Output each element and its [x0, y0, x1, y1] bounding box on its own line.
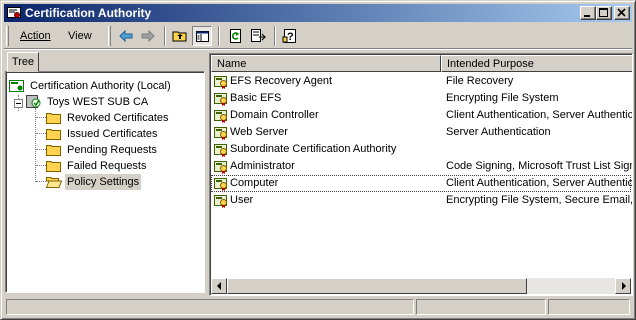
forward-button[interactable] — [138, 26, 158, 46]
tree-tab[interactable]: Tree — [7, 52, 39, 72]
certificate-template-icon — [214, 195, 227, 208]
menu-toolbar: Action View ? — [4, 24, 632, 48]
list-item[interactable]: EFS Recovery Agent File Recovery — [211, 73, 631, 90]
help-button[interactable]: ? — [280, 26, 300, 46]
scroll-right-button[interactable] — [615, 278, 631, 294]
template-name: Web Server — [230, 126, 288, 138]
folder-icon — [46, 129, 61, 140]
template-name: Domain Controller — [230, 109, 319, 121]
export-list-icon — [251, 29, 266, 42]
folder-icon — [46, 113, 61, 124]
scroll-right-arrow-icon — [622, 282, 626, 290]
folder-icon — [46, 145, 61, 156]
minimize-button[interactable] — [580, 6, 596, 20]
list-item[interactable]: Basic EFS Encrypting File System — [211, 90, 631, 107]
toolbar-separator — [218, 26, 220, 46]
export-list-button[interactable] — [248, 26, 268, 46]
toolbar-separator — [274, 26, 276, 46]
template-name: Administrator — [230, 160, 295, 172]
tree-line — [36, 149, 46, 151]
scrollbar-thumb[interactable] — [227, 278, 527, 294]
tree-line — [36, 165, 46, 167]
list-item[interactable]: Domain Controller Client Authentication, … — [211, 107, 633, 124]
up-folder-icon — [172, 31, 187, 42]
close-button[interactable] — [614, 6, 630, 20]
list-item[interactable]: Computer Client Authentication, Server Au… — [211, 175, 633, 192]
template-name: EFS Recovery Agent — [230, 75, 333, 87]
toolbar-grip[interactable] — [108, 26, 111, 46]
template-purpose: Client Authentication, Server Authentic — [446, 177, 633, 189]
show-hide-tree-icon — [196, 31, 209, 42]
status-panel — [6, 299, 414, 315]
template-purpose: Encrypting File System, Secure Email, C — [446, 194, 633, 206]
horizontal-scrollbar[interactable] — [211, 278, 631, 294]
certificate-template-icon — [214, 110, 227, 123]
template-name: Basic EFS — [230, 92, 282, 104]
template-purpose: Client Authentication, Server Authentic — [446, 109, 633, 121]
template-purpose: Code Signing, Microsoft Trust List Signi — [446, 160, 633, 172]
collapse-toggle[interactable] — [14, 99, 23, 108]
certificate-template-list: Name Intended Purpose EFS Recovery Agent… — [209, 53, 633, 296]
back-arrow-icon — [119, 29, 133, 43]
template-purpose: Encrypting File System — [446, 92, 559, 104]
toolbar-separator — [164, 26, 166, 46]
show-hide-tree-button[interactable] — [192, 26, 212, 46]
list-item[interactable]: Web Server Server Authentication — [211, 124, 631, 141]
window-title: Certification Authority — [25, 6, 152, 20]
close-icon — [617, 8, 626, 17]
back-button[interactable] — [116, 26, 136, 46]
forward-arrow-icon — [141, 29, 155, 43]
template-purpose: Server Authentication — [446, 126, 551, 138]
mmc-window: Certification Authority Action View ? Tr… — [0, 0, 636, 320]
scroll-left-arrow-icon — [217, 282, 221, 290]
certificate-template-icon — [214, 161, 227, 174]
minimize-icon — [584, 15, 590, 17]
template-purpose: File Recovery — [446, 75, 514, 87]
refresh-icon — [230, 29, 241, 43]
column-header-name[interactable]: Name — [211, 55, 441, 72]
refresh-button[interactable] — [226, 26, 246, 46]
open-folder-icon — [46, 177, 62, 188]
up-one-level-button[interactable] — [170, 26, 190, 46]
certificate-template-icon — [214, 93, 227, 106]
ca-server-icon — [26, 95, 41, 108]
certification-authority-icon — [9, 80, 24, 92]
template-name: Subordinate Certification Authority — [230, 143, 397, 155]
certificate-template-icon — [214, 144, 227, 157]
column-header-intended-purpose[interactable]: Intended Purpose — [441, 55, 632, 72]
list-item[interactable]: User Encrypting File System, Secure Email… — [211, 192, 633, 209]
certificate-template-icon — [214, 127, 227, 140]
template-name: User — [230, 194, 254, 206]
scroll-left-button[interactable] — [211, 278, 227, 294]
maximize-button[interactable] — [596, 6, 612, 20]
tree-pane: Certification Authority (Local) Toys WES… — [5, 71, 205, 293]
toolbar-grip[interactable] — [6, 26, 9, 46]
toolbar-divider — [4, 48, 632, 50]
tree-line — [35, 108, 37, 182]
help-icon: ? — [282, 29, 296, 43]
menu-view[interactable]: View — [62, 27, 98, 45]
folder-icon — [46, 161, 61, 172]
certificate-app-icon — [7, 7, 21, 18]
certificate-template-icon — [214, 178, 227, 191]
certificate-template-icon — [214, 76, 227, 89]
status-bar — [4, 298, 632, 316]
svg-text:?: ? — [287, 31, 294, 43]
title-bar[interactable]: Certification Authority — [4, 4, 632, 22]
status-panel — [548, 299, 630, 315]
tree-line — [36, 133, 46, 135]
list-item[interactable]: Subordinate Certification Authority — [211, 141, 631, 158]
tree-line — [36, 117, 46, 119]
tree-line — [36, 181, 46, 183]
status-panel — [416, 299, 546, 315]
template-name: Computer — [230, 177, 279, 189]
list-item[interactable]: Administrator Code Signing, Microsoft Tru… — [211, 158, 633, 175]
menu-action[interactable]: Action — [14, 27, 57, 45]
maximize-icon — [599, 8, 608, 17]
